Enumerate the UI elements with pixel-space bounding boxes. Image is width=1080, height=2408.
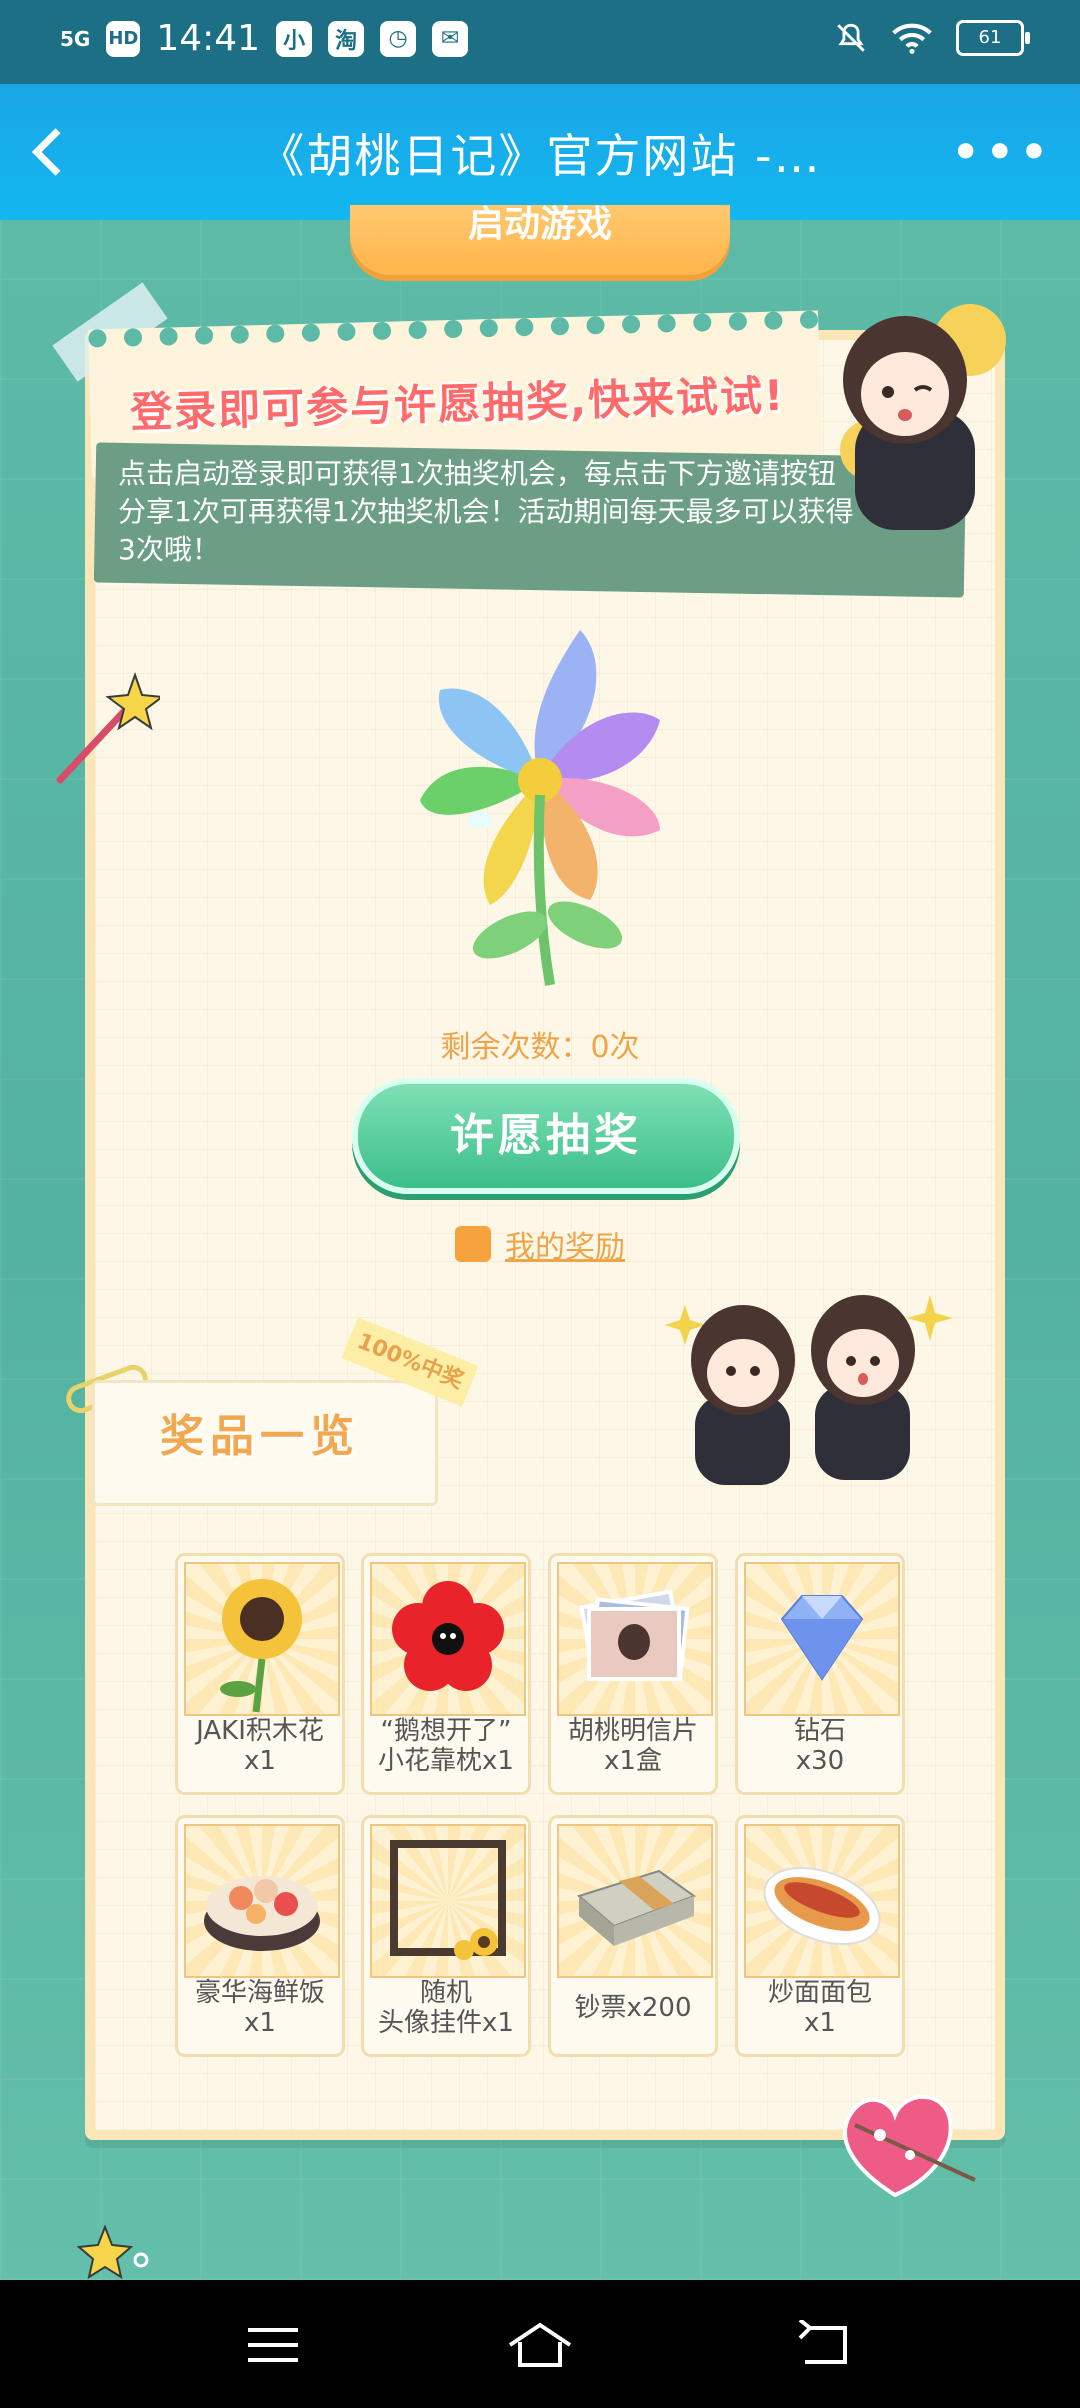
my-rewards-label: 我的奖励 [505,1230,625,1265]
prize-card[interactable]: “鹅想开了” 小花靠枕x1 [361,1553,531,1795]
prize-list-title: 奖品一览 [160,1411,360,1462]
wifi-icon [892,23,932,54]
mascot-cheer-icon [840,304,1006,530]
prize-name: 炒面面包 x1 [767,1978,872,2038]
network-indicator: 5G [60,26,91,51]
prize-name: 豪华海鲜饭 x1 [194,1978,325,2038]
hotdog-bun-icon [763,1867,881,1945]
prize-card[interactable]: 钻石 x30 [735,1553,905,1795]
mascot-duo-icon [665,1295,953,1485]
prize-card[interactable]: 钞票x200 [548,1815,718,2057]
prize-card[interactable]: 胡桃明信片 x1盒 [548,1553,718,1795]
status-bar: 5G HD 14:41 小 淘 ◷ ✉ 61 [0,0,1080,84]
prize-image [184,1562,340,1716]
remaining-draws: 剩余次数：0次 [440,1030,640,1065]
prize-name: JAKI积木花 x1 [196,1716,324,1776]
menu-button[interactable] [243,2320,303,2370]
star-icon [76,2225,149,2280]
mute-icon [837,23,865,52]
system-nav-bar [0,2280,1080,2408]
wish-draw-button[interactable]: 许愿抽奖 [352,1078,740,1194]
battery-icon: 61 [956,20,1030,56]
mail-icon: ✉ [432,20,469,57]
prize-name: “鹅想开了” 小花靠枕x1 [378,1716,514,1776]
back-nav-button[interactable] [795,2320,855,2370]
prize-image [370,1562,526,1716]
prize-image [744,1562,900,1716]
launch-game-label: 启动游戏 [467,205,612,245]
event-description: 点击启动登录即可获得1次抽奖机会，每点击下方邀请按钮分享1次可再获得1次抽奖机会… [118,457,854,566]
avatar-frame-icon [390,1840,506,1960]
status-time: 14:41 [156,18,261,59]
prize-name: 钞票x200 [574,1993,692,2023]
prize-image [744,1824,900,1978]
prize-image [370,1824,526,1978]
seafood-rice-icon [204,1876,320,1951]
heart-arrow-icon [843,2094,976,2198]
status-right: 61 [834,20,1030,56]
gift-icon [455,1226,491,1262]
prize-name: 随机 头像挂件x1 [378,1978,514,2038]
taobao-icon: 淘 [328,20,365,57]
app-notification-icon: 小 [276,20,313,57]
back-button[interactable] [18,120,82,184]
prize-card[interactable]: 豪华海鲜饭 x1 [175,1815,345,2057]
prize-card[interactable]: 炒面面包 x1 [735,1815,905,2057]
prize-image [557,1562,713,1716]
prize-image [557,1824,713,1978]
cash-stack-icon [576,1869,697,1946]
prize-name: 胡桃明信片 x1盒 [567,1716,698,1776]
page-title: 《胡桃日记》官方网站 -… [258,129,822,183]
status-left: 5G HD 14:41 小 淘 ◷ ✉ [60,18,469,59]
launch-game-button[interactable]: 启动游戏 [350,205,730,275]
app-header: 《胡桃日记》官方网站 -… ••• [0,84,1080,220]
prize-card[interactable]: 随机 头像挂件x1 [361,1815,531,2057]
sunflower-icon [220,1579,302,1713]
magic-wand-icon [56,671,160,784]
postcards-icon [579,1589,690,1681]
my-rewards-link[interactable]: 我的奖励 [455,1222,625,1266]
hd-icon: HD [106,20,141,57]
prize-image [184,1824,340,1978]
red-flower-pillow-icon [392,1581,504,1691]
prize-card[interactable]: JAKI积木花 x1 [175,1553,345,1795]
prize-name: 钻石 x30 [793,1716,846,1776]
diamond-icon [780,1595,864,1681]
more-options-button[interactable]: ••• [952,131,1054,175]
speed-icon: ◷ [380,20,417,57]
wish-flower-icon [420,630,660,986]
home-button[interactable] [505,2320,575,2370]
